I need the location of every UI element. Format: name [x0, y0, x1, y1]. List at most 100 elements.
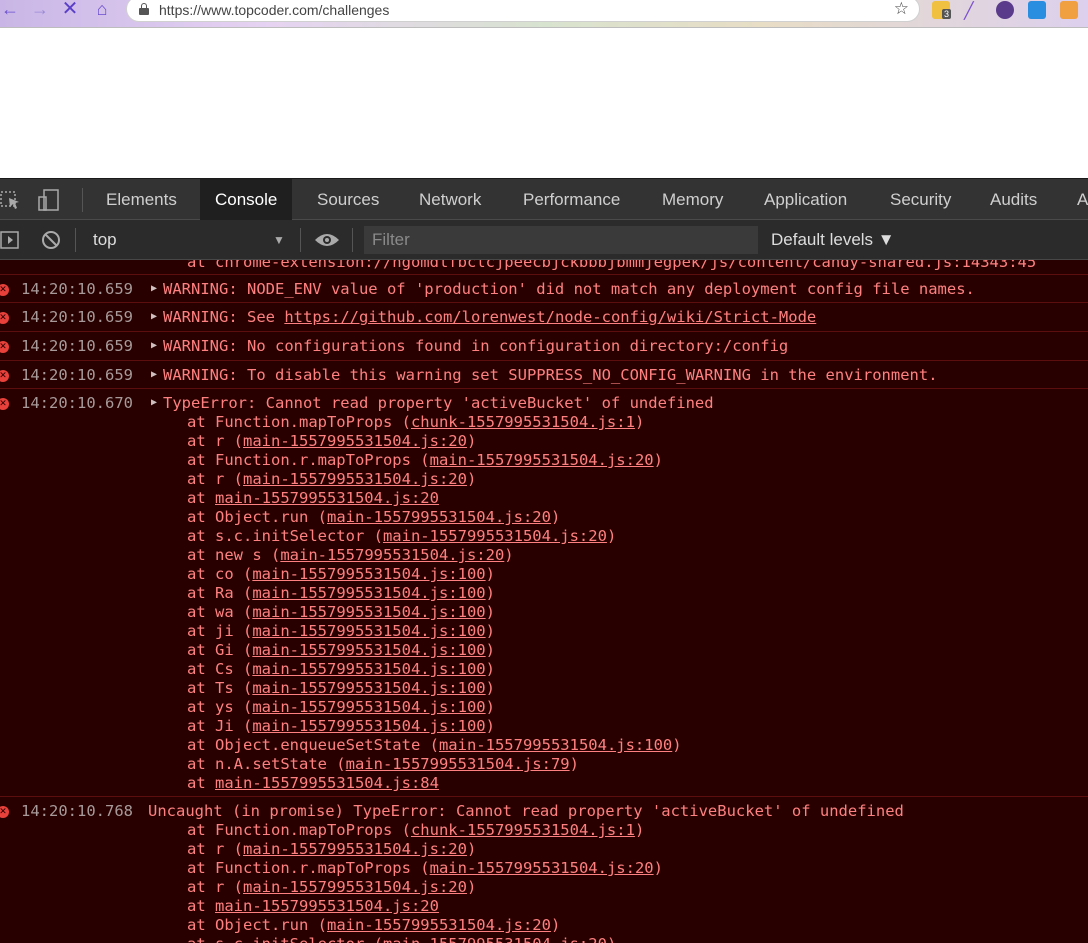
context-dropdown-icon[interactable]: ▼ — [273, 220, 285, 260]
stack-frame-text: at wa ( — [187, 603, 253, 621]
stack-frame-text: at ys ( — [187, 698, 253, 716]
stack-frame: at n.A.setState (main-1557995531504.js:7… — [187, 755, 579, 773]
window-extension-icon[interactable] — [1028, 1, 1046, 19]
forward-arrow-icon[interactable]: → — [30, 0, 50, 20]
tab-memory[interactable]: Memory — [647, 179, 738, 220]
tab-application[interactable]: Application — [749, 179, 862, 220]
clear-console-icon[interactable] — [41, 230, 61, 250]
stack-frame-link[interactable]: main-1557995531504.js:20 — [327, 916, 551, 934]
stack-frame: at r (main-1557995531504.js:20) — [187, 878, 476, 896]
stack-frame-link[interactable]: main-1557995531504.js:20 — [243, 878, 467, 896]
stack-frame-link[interactable]: main-1557995531504.js:100 — [252, 717, 485, 735]
stack-frame: at Object.enqueueSetState (main-15579955… — [187, 736, 682, 754]
stack-frame-link[interactable]: chunk-1557995531504.js:1 — [411, 821, 635, 839]
stack-frame-link[interactable]: main-1557995531504.js:20 — [215, 897, 439, 915]
stack-frame-link[interactable]: main-1557995531504.js:20 — [280, 546, 504, 564]
stack-frame-link[interactable]: main-1557995531504.js:20 — [383, 527, 607, 545]
stack-frame-link[interactable]: main-1557995531504.js:100 — [252, 641, 485, 659]
console-message: ✕ 14:20:10.659 ▶ WARNING: No configurations… — [0, 331, 1088, 360]
filter-input[interactable] — [364, 226, 758, 254]
stack-frame-link[interactable]: main-1557995531504.js:100 — [252, 622, 485, 640]
error-icon: ✕ — [0, 341, 9, 353]
tab-console[interactable]: Console — [200, 179, 293, 220]
tab-elements[interactable]: Elements — [91, 179, 192, 220]
mail-extension-icon[interactable] — [1060, 1, 1078, 19]
stack-frame: at r (main-1557995531504.js:20) — [187, 470, 476, 488]
tab-separator — [82, 188, 83, 212]
stack-frame: at main-1557995531504.js:20 — [187, 489, 439, 507]
stack-frame-close: ) — [634, 413, 645, 431]
stack-frame-link[interactable]: main-1557995531504.js:20 — [243, 470, 467, 488]
stack-frame-text: at co ( — [187, 565, 253, 583]
stack-frame-link[interactable]: main-1557995531504.js:20 — [383, 935, 607, 943]
stack-frame-link[interactable]: main-1557995531504.js:20 — [215, 489, 439, 507]
tab-security[interactable]: Security — [875, 179, 966, 220]
context-selector[interactable]: top — [93, 220, 117, 260]
inspect-element-icon[interactable] — [0, 189, 22, 211]
stack-frame-close: ) — [485, 717, 495, 735]
stack-frame-close: ) — [485, 698, 495, 716]
stack-frame-text: at Function.mapToProps ( — [187, 413, 411, 431]
extension-icon[interactable] — [996, 1, 1014, 19]
live-expression-eye-icon[interactable] — [314, 231, 340, 249]
bookmark-star-icon[interactable]: ☆ — [894, 0, 909, 19]
stack-frame-link[interactable]: main-1557995531504.js:20 — [430, 451, 654, 469]
stack-frame-link[interactable]: main-1557995531504.js:79 — [346, 755, 570, 773]
stack-frame-link[interactable]: main-1557995531504.js:20 — [430, 859, 654, 877]
stack-frame-link[interactable]: chunk-1557995531504.js:1 — [411, 413, 635, 431]
stack-frame-close: ) — [466, 878, 477, 896]
message-text: WARNING: To disable this warning set SUP… — [163, 366, 938, 384]
stack-frame-close: ) — [653, 451, 663, 469]
expand-triangle-icon[interactable]: ▶ — [151, 283, 157, 294]
expand-triangle-icon[interactable]: ▶ — [151, 397, 157, 408]
stack-frame-text: at Cs ( — [187, 660, 253, 678]
stack-frame-close: ) — [634, 821, 645, 839]
stack-frame: at Ra (main-1557995531504.js:100) — [187, 584, 495, 602]
address-bar[interactable]: https://www.topcoder.com/challenges ☆ — [126, 0, 920, 22]
tab-performance[interactable]: Performance — [508, 179, 635, 220]
expand-triangle-icon[interactable]: ▶ — [151, 340, 157, 351]
stack-frame-link[interactable]: main-1557995531504.js:100 — [252, 584, 485, 602]
stack-frame-link[interactable]: main-1557995531504.js:100 — [439, 736, 672, 754]
tab-overflow[interactable]: A — [1062, 179, 1088, 220]
stack-frame-link[interactable]: main-1557995531504.js:20 — [243, 840, 467, 858]
message-body: WARNING: To disable this warning set SUP… — [163, 366, 938, 384]
tab-sources[interactable]: Sources — [302, 179, 394, 220]
stack-frame-text: at s.c.initSelector ( — [187, 527, 383, 545]
stack-frame-close: ) — [550, 916, 561, 934]
pen-extension-icon[interactable]: ╱ — [964, 1, 982, 20]
stack-frame-close: ) — [466, 432, 477, 450]
stack-frame: at ys (main-1557995531504.js:100) — [187, 698, 495, 716]
message-link[interactable]: https://github.com/lorenwest/node-config… — [284, 308, 816, 326]
console-message: ✕ 14:20:10.659 ▶ WARNING: See https://githu… — [0, 302, 1088, 331]
stack-frame-text: at Ra ( — [187, 584, 253, 602]
expand-triangle-icon[interactable]: ▶ — [151, 369, 157, 380]
stack-frame: at Gi (main-1557995531504.js:100) — [187, 641, 495, 659]
stack-frame-link[interactable]: main-1557995531504.js:20 — [243, 432, 467, 450]
stack-frame-link[interactable]: main-1557995531504.js:100 — [252, 603, 485, 621]
tab-network[interactable]: Network — [404, 179, 496, 220]
stack-frame-link[interactable]: main-1557995531504.js:100 — [252, 679, 485, 697]
log-levels-dropdown[interactable]: Default levels ▼ — [771, 220, 895, 260]
show-sidebar-icon[interactable] — [0, 230, 20, 250]
expand-triangle-icon[interactable]: ▶ — [151, 311, 157, 322]
stack-frame-link[interactable]: main-1557995531504.js:20 — [327, 508, 551, 526]
stack-frame-link[interactable]: main-1557995531504.js:84 — [215, 774, 439, 792]
error-icon: ✕ — [0, 312, 9, 324]
back-arrow-icon[interactable]: ← — [0, 0, 20, 20]
extension-badge-icon[interactable]: 3 — [932, 1, 952, 19]
stack-frame: at Object.run (main-1557995531504.js:20) — [187, 916, 560, 934]
device-toolbar-icon[interactable] — [38, 189, 60, 211]
stack-frame-close: ) — [606, 527, 617, 545]
message-timestamp: 14:20:10.670 — [21, 394, 133, 412]
stack-frame-text: at r ( — [187, 840, 243, 858]
home-icon[interactable]: ⌂ — [92, 0, 112, 20]
tab-audits[interactable]: Audits — [975, 179, 1052, 220]
stack-frame-link[interactable]: main-1557995531504.js:100 — [252, 565, 485, 583]
stack-frame-close: ) — [485, 565, 495, 583]
stack-frame-link[interactable]: main-1557995531504.js:100 — [252, 698, 485, 716]
stack-frame-close: ) — [485, 679, 495, 697]
lock-icon — [139, 3, 149, 15]
stack-frame-link[interactable]: main-1557995531504.js:100 — [252, 660, 485, 678]
stop-loading-icon[interactable]: ✕ — [60, 0, 80, 20]
